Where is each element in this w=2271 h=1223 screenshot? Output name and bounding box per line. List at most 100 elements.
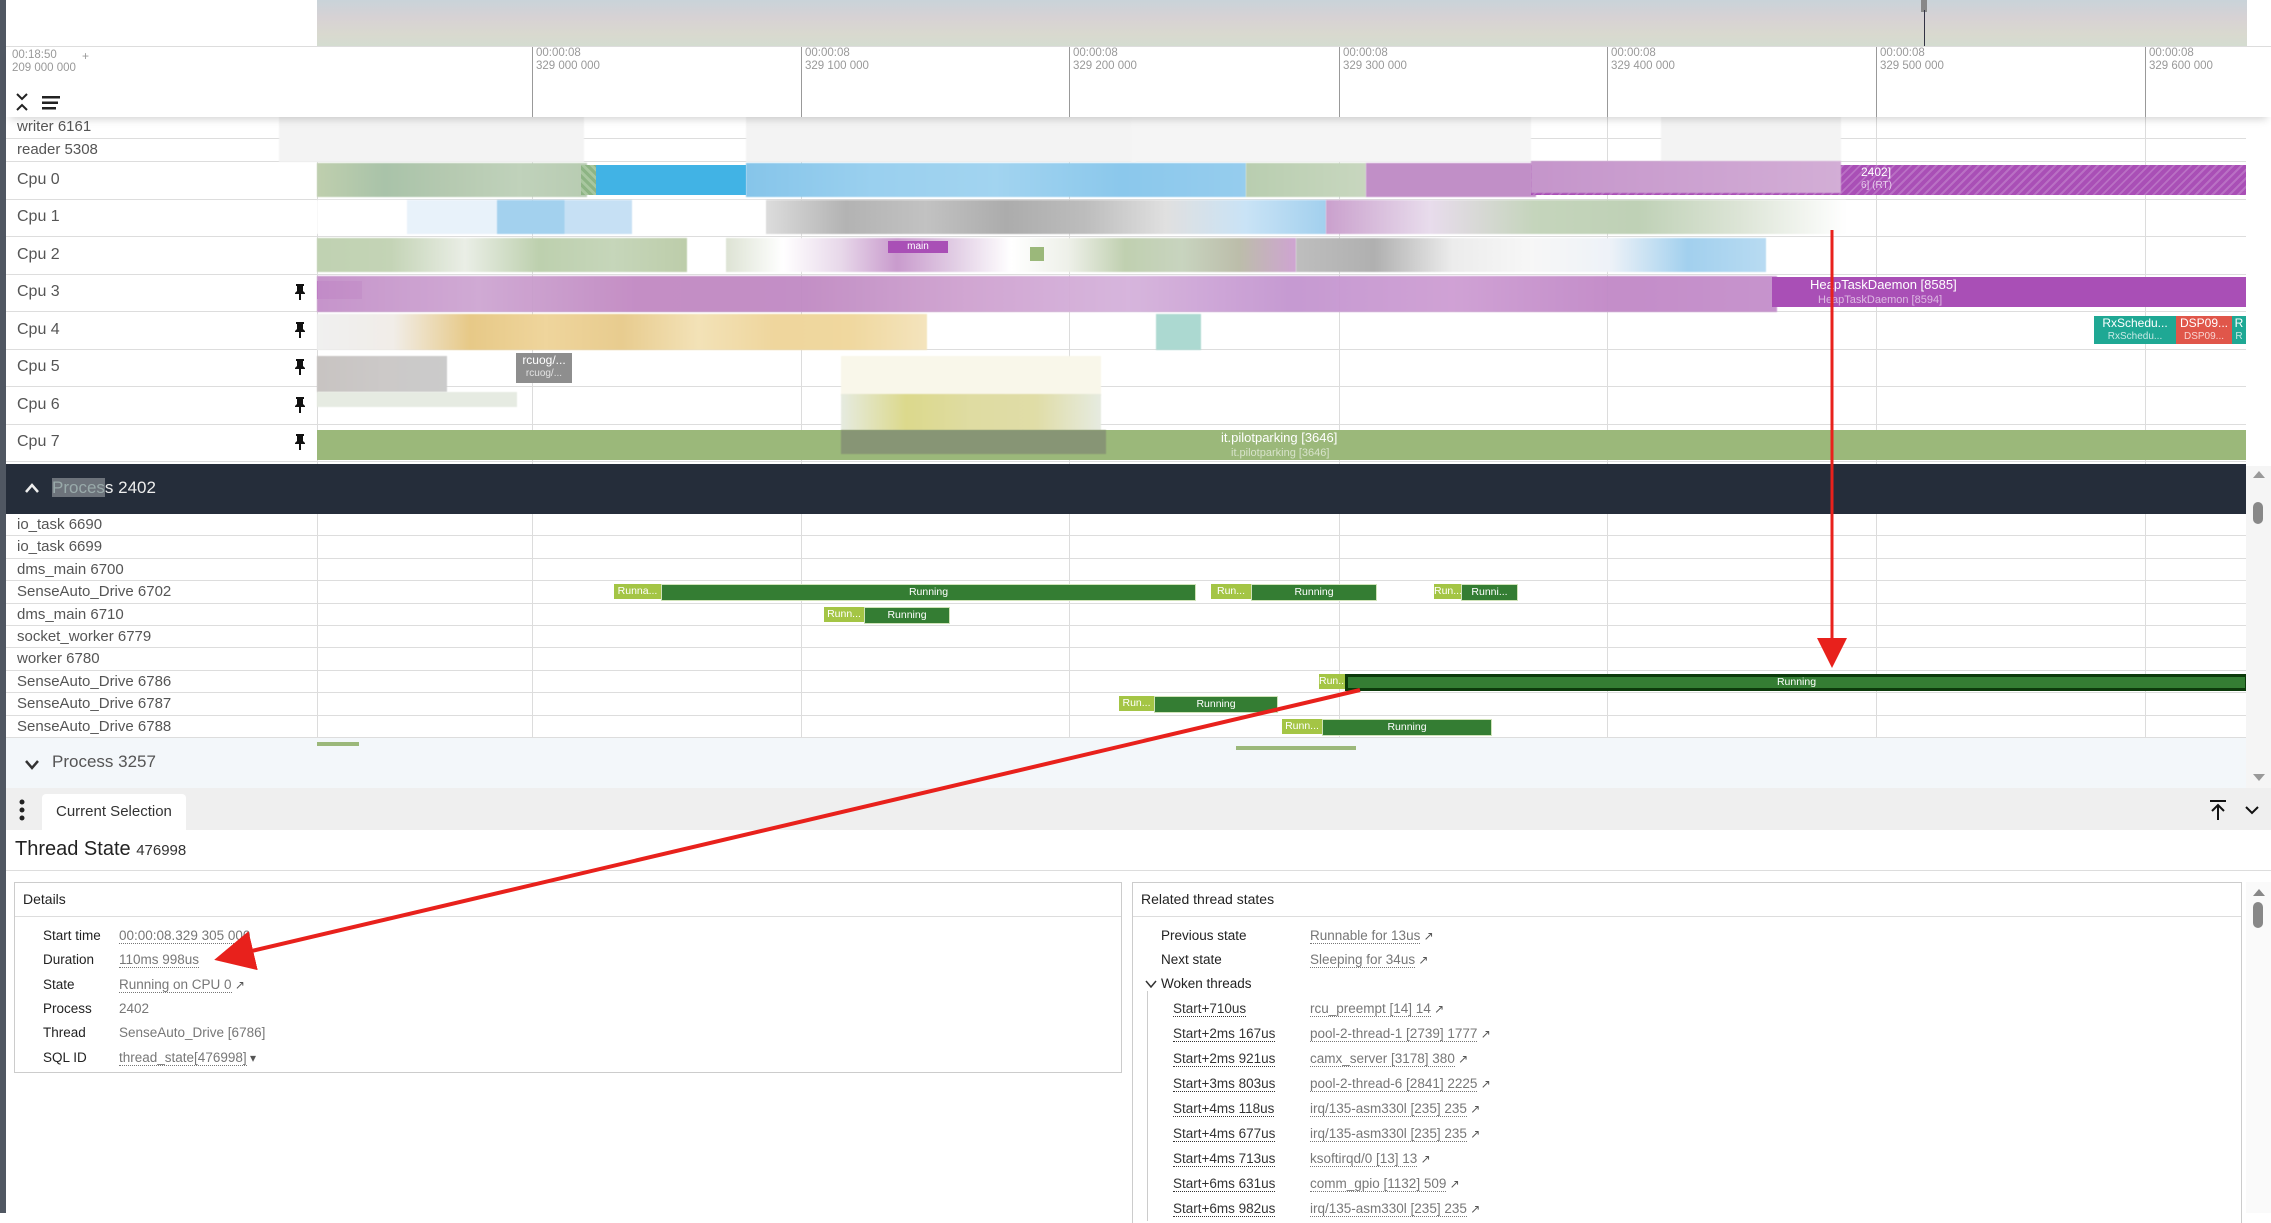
cpu-slice[interactable] [1156,314,1201,350]
process-2402-header[interactable]: Process 2402 [6,464,2246,514]
woken-time-link[interactable]: Start+2ms 167us [1173,1026,1276,1042]
scrollbar-thumb[interactable] [2253,502,2263,524]
cpu-slice-pilotparking[interactable]: it.pilotparking [3646] it.pilotparking [… [317,430,2246,460]
cpu-slice[interactable] [746,163,1246,197]
thread-track[interactable]: io_task 6690 [6,514,2246,537]
cpu-slice[interactable] [317,392,517,407]
cpu-slice-r[interactable]: R R [2232,316,2246,344]
thread-track[interactable]: SenseAuto_Drive 6788 Runn... Running [6,716,2246,738]
woken-thread-link[interactable]: pool-2-thread-1 [2739] 1777 ↗ [1310,1026,1491,1042]
scroll-down-icon[interactable] [2253,774,2265,782]
thread-state-slice[interactable]: Runn... [824,606,864,622]
tracks-scrollbar[interactable] [2246,466,2271,788]
detail-value-text[interactable]: 110ms 998us [119,952,200,969]
thread-state-slice[interactable]: Running [864,606,950,624]
overview-minimap[interactable] [317,0,2247,46]
woken-time[interactable]: Start+2ms 921us [1173,1051,1276,1067]
woken-time[interactable]: Start+4ms 713us [1173,1151,1276,1167]
woken-time[interactable]: Start+2ms 167us [1173,1026,1276,1042]
woken-thread[interactable]: irq/135-asm330l [235] 235 [1310,1126,1467,1142]
woken-time-link[interactable]: Start+710us [1173,1001,1247,1017]
woken-thread[interactable]: pool-2-thread-1 [2739] 1777 [1310,1026,1478,1042]
detail-value-text[interactable]: thread_state[476998] [119,1049,247,1066]
thread-track[interactable]: dms_main 6710 Runn... Running [6,604,2246,626]
cpu-slice[interactable] [1326,200,1846,234]
cpu-slice[interactable] [317,356,447,392]
woken-time-link[interactable]: Start+2ms 921us [1173,1051,1276,1067]
detail-value-text[interactable]: 00:00:08.329 305 000 [119,928,251,944]
woken-thread[interactable]: rcu_preempt [14] 14 [1310,1001,1431,1017]
detail-value[interactable]: Running on CPU 0 ↗ [119,976,245,993]
cpu-slice[interactable] [317,200,767,234]
thread-state-slice[interactable]: Runn... [1282,718,1322,734]
thread-state-slice[interactable]: Running [1251,584,1377,602]
woken-time-link[interactable]: Start+4ms 713us [1173,1151,1276,1167]
dropdown-caret-icon[interactable]: ▾ [247,1051,256,1065]
woken-thread-link[interactable]: pool-2-thread-6 [2841] 2225 ↗ [1310,1076,1491,1092]
thread-track[interactable]: SenseAuto_Drive 6702 Runna... Running Run..… [6,581,2246,604]
thread-track[interactable]: SenseAuto_Drive 6787 Run... Running [6,693,2246,716]
woken-time-link[interactable]: Start+4ms 677us [1173,1126,1276,1142]
chevron-down-icon[interactable] [24,758,40,770]
panel-scrollbar[interactable] [2246,882,2271,1213]
woken-thread-link[interactable]: rcu_preempt [14] 14 ↗ [1310,1001,1444,1017]
woken-thread[interactable]: camx_server [3178] 380 [1310,1051,1455,1067]
thread-state-slice[interactable]: Runni... [1461,584,1518,602]
more-vert-icon[interactable] [18,799,26,821]
cpu-slice[interactable] [1366,163,1536,197]
sort-menu-icon[interactable] [40,95,62,111]
thread-state-slice[interactable]: Running [1322,718,1492,736]
thread-state-slice[interactable]: Run... [1434,584,1461,600]
pin-icon[interactable] [294,433,306,451]
cpu-slice[interactable] [317,163,587,197]
process-3257-header[interactable]: Process 3257 [6,738,2246,788]
next-state-link[interactable]: Sleeping for 34us ↗ [1310,952,1428,968]
thread-state-slice[interactable]: Running [1154,696,1278,714]
previous-state-link[interactable]: Runnable for 13us ↗ [1310,928,1434,944]
woken-thread-link[interactable]: irq/135-asm330l [235] 235 ↗ [1310,1126,1480,1142]
cpu-slice-rxscheduler[interactable]: RxSchedu... RxSchedu... [2094,316,2176,344]
cpu-slice-main[interactable]: main [888,241,948,253]
tracks-panel[interactable]: writer 6161 reader 5308 Cpu 0 Cpu 1 Cpu 2 C… [6,116,2246,788]
woken-thread-link[interactable]: camx_server [3178] 380 ↗ [1310,1051,1468,1067]
woken-thread[interactable]: pool-2-thread-6 [2841] 2225 [1310,1076,1478,1092]
thread-state-slice[interactable]: Runna... [614,584,661,600]
woken-time[interactable]: Start+6ms 982us [1173,1201,1276,1217]
woken-time[interactable]: Start+4ms 677us [1173,1126,1276,1142]
woken-threads-toggle[interactable]: Woken threads [1161,976,1252,991]
cpu-slice[interactable] [1246,163,1366,197]
woken-thread[interactable]: comm_gpio [1132] 509 [1310,1176,1447,1192]
woken-thread[interactable]: ksoftirqd/0 [13] 13 [1310,1151,1418,1167]
cpu-slice[interactable] [726,238,1296,272]
cpu-slice[interactable] [1296,238,1766,272]
thread-track[interactable]: socket_worker 6779 [6,626,2246,649]
woken-thread-link[interactable]: irq/135-asm330l [235] 235 ↗ [1310,1201,1480,1217]
cpu-slice[interactable] [317,314,927,350]
woken-thread-link[interactable]: comm_gpio [1132] 509 ↗ [1310,1176,1460,1192]
woken-time-link[interactable]: Start+6ms 631us [1173,1176,1276,1192]
cpu-slice[interactable] [317,238,687,272]
thread-state-slice[interactable]: Run... [1119,696,1154,712]
cpu-slice[interactable] [596,165,746,195]
woken-time-link[interactable]: Start+3ms 803us [1173,1076,1276,1092]
collapse-panel-icon[interactable] [2244,804,2260,816]
thread-track[interactable]: io_task 6699 [6,536,2246,559]
thread-state-slice[interactable]: Running [1345,673,2246,691]
pin-icon[interactable] [294,358,306,376]
detail-value[interactable]: 110ms 998us [119,952,200,969]
scrollbar-thumb[interactable] [2253,902,2263,928]
cpu-slice[interactable] [581,165,596,195]
woken-time[interactable]: Start+6ms 631us [1173,1176,1276,1192]
woken-thread[interactable]: irq/135-asm330l [235] 235 [1310,1201,1467,1217]
thread-state-slice[interactable]: Running [661,584,1196,602]
previous-state-value[interactable]: Runnable for 13us [1310,928,1421,944]
detail-value[interactable]: 00:00:08.329 305 000 [119,928,251,944]
detail-value[interactable]: thread_state[476998] ▾ [119,1049,256,1066]
cpu-slice[interactable] [317,276,1777,312]
pin-icon[interactable] [294,321,306,339]
woken-time[interactable]: Start+3ms 803us [1173,1076,1276,1092]
cpu-slice-rcuog[interactable]: rcuog/... rcuog/... [516,353,572,383]
next-state-value[interactable]: Sleeping for 34us [1310,952,1416,968]
woken-thread-link[interactable]: ksoftirqd/0 [13] 13 ↗ [1310,1151,1431,1167]
cpu-slice-heaptaskdaemon[interactable]: HeapTaskDaemon [8585] HeapTaskDaemon [85… [1772,277,2246,307]
